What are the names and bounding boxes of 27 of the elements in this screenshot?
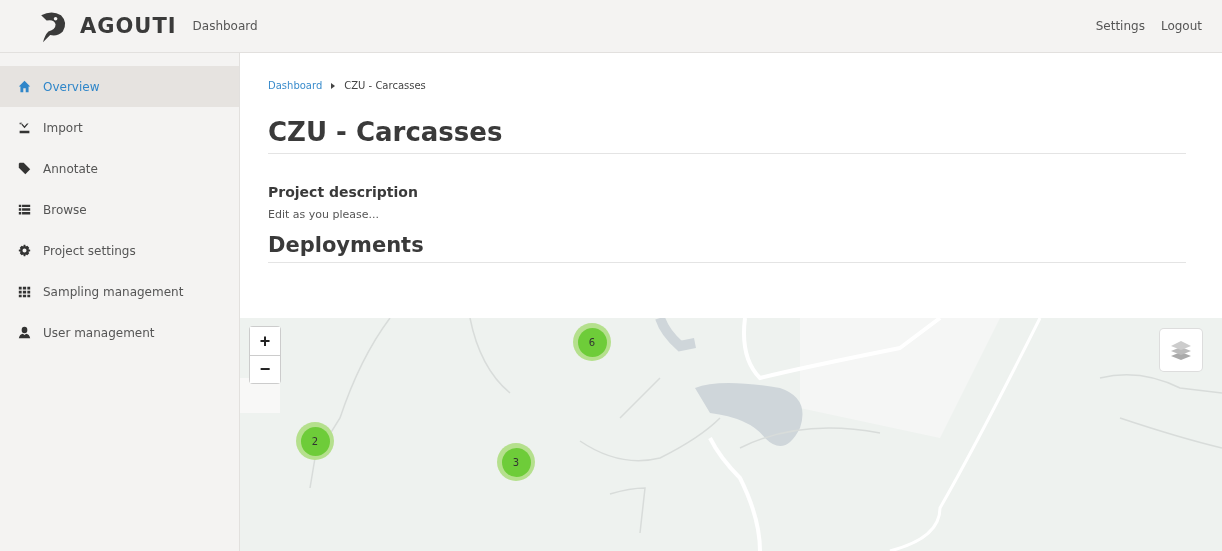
caret-icon bbox=[330, 81, 337, 90]
sidebar-item[interactable]: User management bbox=[0, 312, 239, 353]
breadcrumb-current: CZU - Carcasses bbox=[344, 80, 426, 91]
list-icon bbox=[18, 203, 31, 216]
sidebar-item[interactable]: Browse bbox=[0, 189, 239, 230]
gear-icon bbox=[18, 244, 31, 257]
description-text: Edit as you please... bbox=[268, 208, 380, 221]
import-icon bbox=[18, 121, 31, 134]
section-heading: Deployments bbox=[268, 233, 1186, 263]
sidebar-item[interactable]: Import bbox=[0, 107, 239, 148]
layers-button[interactable] bbox=[1160, 329, 1202, 371]
breadcrumb-link[interactable]: Dashboard bbox=[268, 80, 323, 91]
brand-name[interactable]: AGOUTI bbox=[80, 14, 177, 38]
header-link[interactable]: Logout bbox=[1160, 19, 1202, 33]
sidebar-item[interactable]: Sampling management bbox=[0, 271, 239, 312]
page-title: CZU - Carcasses bbox=[268, 117, 1186, 154]
user-icon bbox=[18, 326, 31, 339]
home-icon bbox=[18, 80, 31, 93]
dashboard-link[interactable]: Dashboard bbox=[192, 19, 258, 33]
header-link[interactable]: Settings bbox=[1095, 19, 1145, 33]
layers-icon bbox=[1169, 338, 1193, 362]
sidebar-item[interactable]: Annotate bbox=[0, 148, 239, 189]
zoom-out-button[interactable]: − bbox=[250, 355, 280, 383]
grid-icon bbox=[18, 285, 31, 298]
tag-icon bbox=[18, 162, 31, 175]
sidebar-item[interactable]: Project settings bbox=[0, 230, 239, 271]
section-heading: Project description bbox=[268, 184, 419, 200]
